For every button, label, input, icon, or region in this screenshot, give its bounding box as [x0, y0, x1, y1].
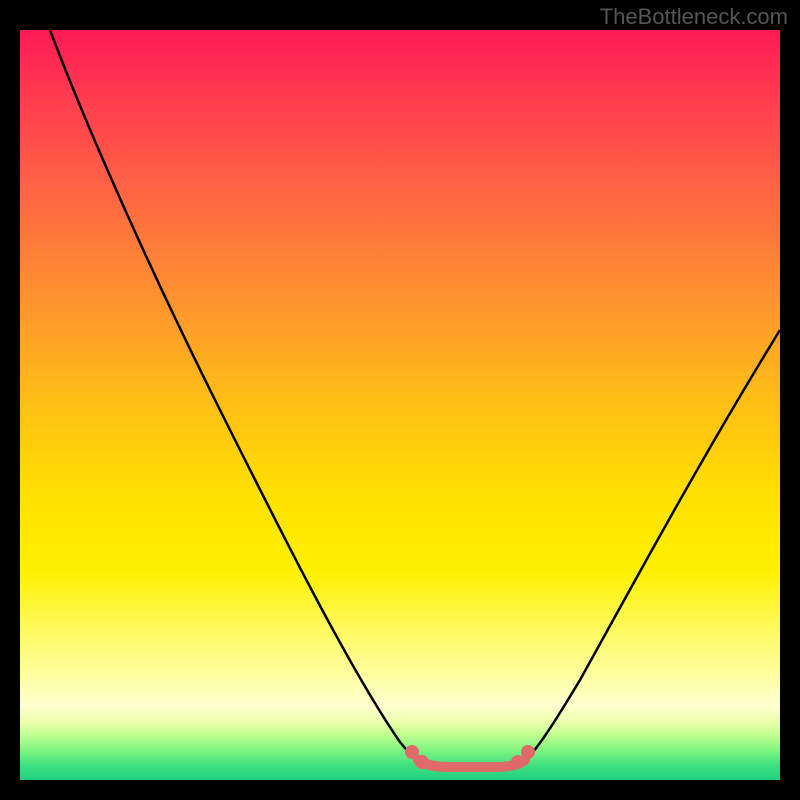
watermark-text: TheBottleneck.com — [600, 4, 788, 30]
plot-area — [20, 30, 780, 780]
curve-overlay — [20, 30, 780, 780]
marker-dot — [521, 745, 535, 759]
marker-dot — [511, 755, 525, 769]
bottom-flat-segment — [418, 760, 525, 767]
left-curve — [50, 30, 418, 760]
marker-dot — [415, 755, 429, 769]
right-curve — [525, 330, 780, 760]
marker-dot — [405, 745, 419, 759]
